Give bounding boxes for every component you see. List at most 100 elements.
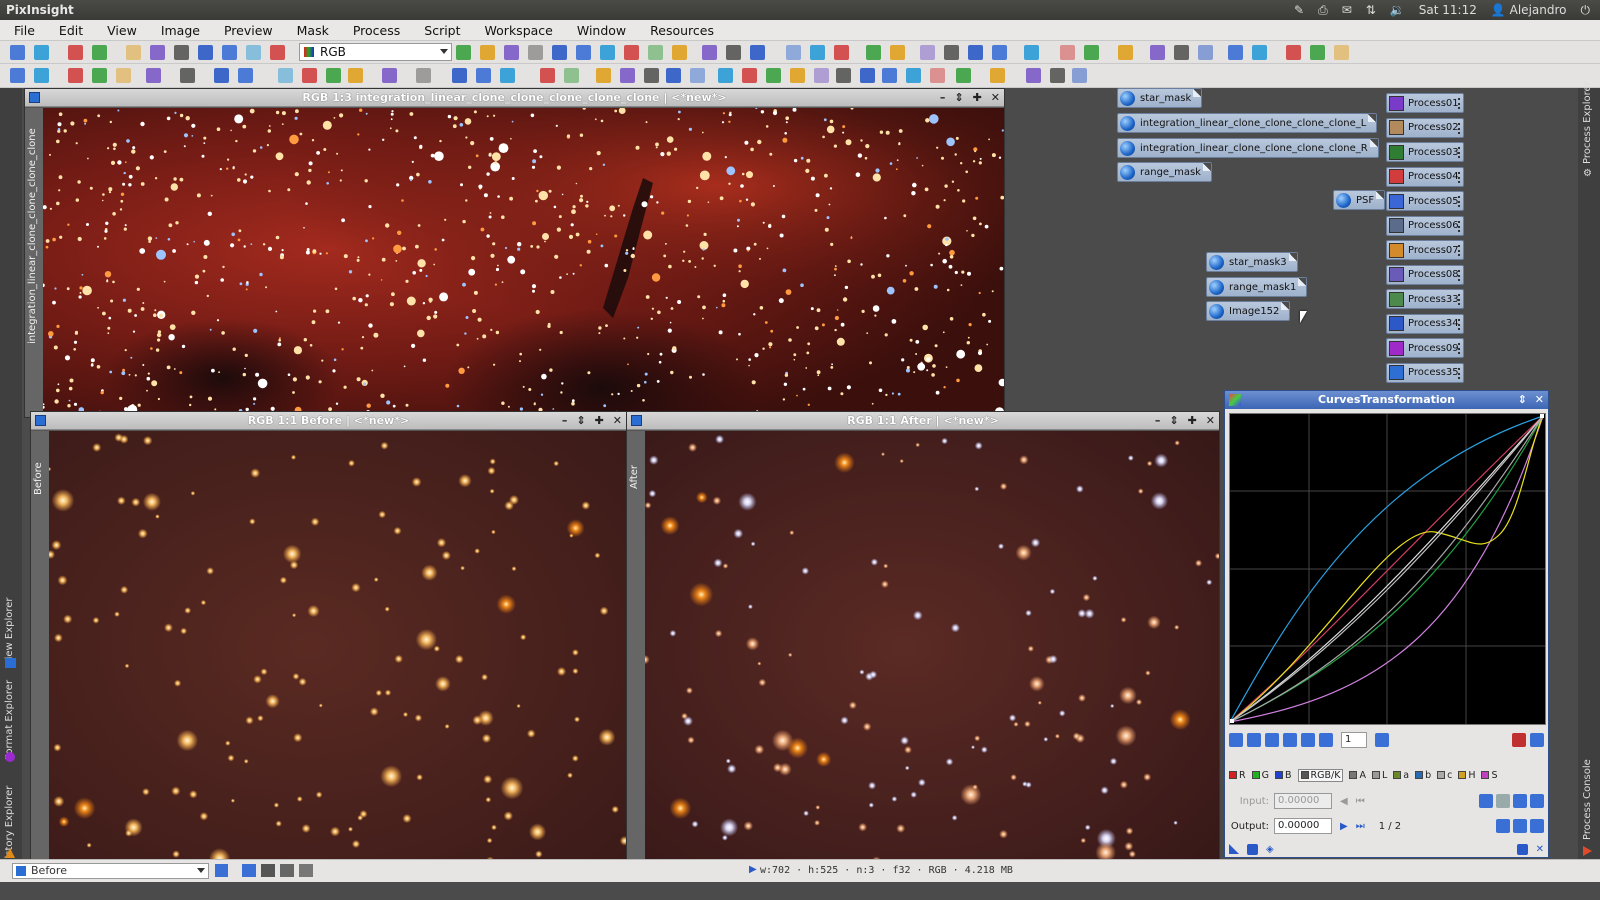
process-icon-process03[interactable]: Process03 xyxy=(1386,142,1464,162)
next-point-icon[interactable]: ▶ xyxy=(1340,821,1348,832)
toolbar-tool-icon[interactable] xyxy=(834,45,849,60)
main-image-window[interactable]: RGB 1:3 integration_linear_clone_clone_c… xyxy=(24,88,1005,418)
toolbar-tool-icon[interactable] xyxy=(416,68,431,83)
menu-preview[interactable]: Preview xyxy=(212,23,285,38)
image-icon-image152[interactable]: Image152 xyxy=(1206,301,1291,321)
process-icon-process06[interactable]: Process06 xyxy=(1386,215,1464,236)
toolbar-tool-icon[interactable] xyxy=(920,45,935,60)
menu-file[interactable]: File xyxy=(0,23,47,38)
toolbar-tool-icon[interactable] xyxy=(540,68,555,83)
menu-image[interactable]: Image xyxy=(149,23,212,38)
curves-transformation-dialog[interactable]: CurvesTransformation ⇕ ✕ 1 R G B RGB/K A… xyxy=(1224,390,1549,858)
toolbar-tool-icon[interactable] xyxy=(302,68,317,83)
toolbar-tool-icon[interactable] xyxy=(866,45,881,60)
minimize-button[interactable]: – xyxy=(562,412,568,430)
close-button[interactable]: ✕ xyxy=(1206,412,1215,430)
channel-rgb-k[interactable]: RGB/K xyxy=(1297,768,1344,782)
channel-s[interactable]: S xyxy=(1481,770,1498,781)
network-icon[interactable]: ⇅ xyxy=(1366,3,1376,17)
toolbar-tool-icon[interactable] xyxy=(1286,45,1301,60)
zoom-spinbox[interactable]: 1 xyxy=(1341,732,1367,748)
toolbar-tool-icon[interactable] xyxy=(672,45,687,60)
toolbar-tool-icon[interactable] xyxy=(620,68,635,83)
toolbar-tool-icon[interactable] xyxy=(990,68,1005,83)
toolbar-tool-icon[interactable] xyxy=(126,45,141,60)
process-icon-process35[interactable]: Process35 xyxy=(1386,362,1464,383)
toolbar-tool-icon[interactable] xyxy=(1026,68,1041,83)
menu-view[interactable]: View xyxy=(95,23,149,38)
menu-workspace[interactable]: Workspace xyxy=(473,23,565,38)
edit-point-mode-icon[interactable] xyxy=(1229,733,1243,747)
reset-icon[interactable]: ✕ xyxy=(1536,844,1544,855)
toolbar-tool-icon[interactable] xyxy=(500,68,515,83)
toolbar-tool-icon[interactable] xyxy=(790,68,805,83)
toolbar-tool-icon[interactable] xyxy=(456,45,471,60)
toolbar-tool-icon[interactable] xyxy=(944,45,959,60)
toolbar-tool-icon[interactable] xyxy=(238,68,253,83)
toolbar-tool-icon[interactable] xyxy=(702,45,717,60)
curve-point[interactable] xyxy=(1540,414,1544,418)
toolbar-tool-icon[interactable] xyxy=(564,68,579,83)
before-image-window[interactable]: RGB 1:1 Before | <*new*> – ⇕ ✚ ✕ Before xyxy=(30,411,627,861)
toolbar-tool-icon[interactable] xyxy=(68,45,83,60)
toolbar-tool-icon[interactable] xyxy=(180,68,195,83)
image-icon-integration-r[interactable]: integration_linear_clone_clone_clone_clo… xyxy=(1117,138,1379,158)
toolbar-tool-icon[interactable] xyxy=(836,68,851,83)
toolbar-tool-icon[interactable] xyxy=(68,68,83,83)
toolbar-tool-icon[interactable] xyxy=(750,45,765,60)
format-explorer-tab[interactable]: Format Explorer xyxy=(4,680,15,760)
process-icon-process02[interactable]: Process02 xyxy=(1386,117,1464,138)
toolbar-tool-icon[interactable] xyxy=(718,68,733,83)
output-field[interactable]: 0.00000 xyxy=(1274,818,1332,834)
last-point-icon[interactable]: ⏭ xyxy=(1356,821,1365,832)
channel-g[interactable]: G xyxy=(1251,770,1269,781)
minimize-button[interactable]: – xyxy=(940,89,946,107)
toolbar-tool-icon[interactable] xyxy=(1198,45,1213,60)
toolbar-tool-icon[interactable] xyxy=(552,45,567,60)
toolbar-tool-icon[interactable] xyxy=(648,45,663,60)
menu-resources[interactable]: Resources xyxy=(638,23,726,38)
before-image-canvas[interactable] xyxy=(49,431,626,860)
process-icon-process33[interactable]: Process33 xyxy=(1386,289,1464,309)
process-icon-process07[interactable]: Process07 xyxy=(1386,240,1464,260)
pan-mode-icon[interactable] xyxy=(1319,733,1333,747)
toolbar-tool-icon[interactable] xyxy=(34,68,49,83)
before-window-titlebar[interactable]: RGB 1:1 Before | <*new*> – ⇕ ✚ ✕ xyxy=(31,412,626,430)
drag-handle-icon[interactable] xyxy=(1458,171,1461,183)
process-icon-process01[interactable]: Process01 xyxy=(1386,93,1464,113)
toolbar-tool-icon[interactable] xyxy=(1334,45,1349,60)
menu-window[interactable]: Window xyxy=(565,23,638,38)
toolbar-tool-icon[interactable] xyxy=(906,68,921,83)
apply-icon[interactable] xyxy=(1247,843,1258,855)
toolbar-tool-icon[interactable] xyxy=(326,68,341,83)
delete-point-mode-icon[interactable] xyxy=(1265,733,1279,747)
clock[interactable]: Sat 11:12 xyxy=(1419,3,1477,17)
toolbar-tool-icon[interactable] xyxy=(480,45,495,60)
menu-edit[interactable]: Edit xyxy=(47,23,95,38)
toolbar-tool-icon[interactable] xyxy=(1252,45,1267,60)
toolbar-tool-icon[interactable] xyxy=(92,45,107,60)
drag-handle-icon[interactable] xyxy=(1458,318,1461,330)
toolbar-tool-icon[interactable] xyxy=(278,68,293,83)
drag-handle-icon[interactable] xyxy=(1458,245,1461,256)
toolbar-tool-icon[interactable] xyxy=(766,68,781,83)
zoom-reset-icon[interactable] xyxy=(1375,733,1389,747)
drag-handle-icon[interactable] xyxy=(1458,294,1461,305)
toolbar-tool-icon[interactable] xyxy=(10,68,25,83)
curve-point[interactable] xyxy=(1230,719,1234,723)
toolbar-tool-icon[interactable] xyxy=(726,45,741,60)
select-point-mode-icon[interactable] xyxy=(1247,733,1261,747)
toolbar-tool-icon[interactable] xyxy=(576,45,591,60)
channel-r[interactable]: R xyxy=(1229,770,1246,781)
real-time-preview-icon[interactable]: ◈ xyxy=(1266,844,1274,855)
toolbar-tool-icon[interactable] xyxy=(1024,45,1039,60)
channel-h[interactable]: H xyxy=(1458,770,1475,781)
edit-icon[interactable]: ✎ xyxy=(1294,3,1304,17)
toolbar-tool-icon[interactable] xyxy=(214,68,229,83)
store-curve-icon[interactable] xyxy=(1513,794,1527,808)
maximize-button[interactable]: ✚ xyxy=(973,89,982,107)
process-icon-process08[interactable]: Process08 xyxy=(1386,264,1464,285)
toolbar-tool-icon[interactable] xyxy=(968,45,983,60)
view-selector[interactable]: Before xyxy=(12,863,209,879)
toolbar-tool-icon[interactable] xyxy=(116,68,131,83)
